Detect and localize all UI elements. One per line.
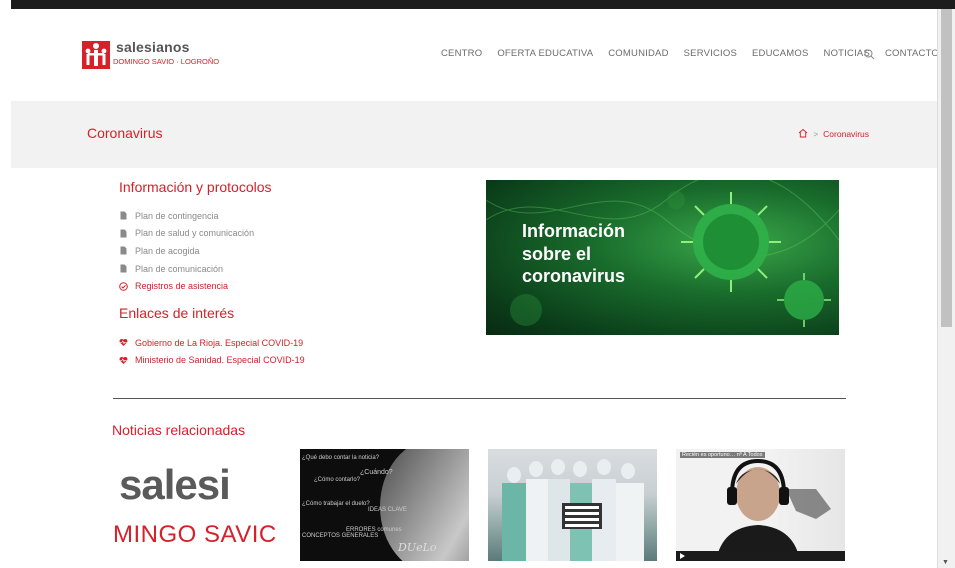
- list-item[interactable]: Plan de salud y comunicación: [119, 225, 254, 243]
- play-icon[interactable]: [680, 553, 685, 559]
- news-thumbnail-4[interactable]: Recién es oportuno… nº A Todos: [676, 449, 845, 561]
- check-circle-icon: [119, 281, 128, 291]
- nav-item-oferta-educativa[interactable]: OFERTA EDUCATIVA: [497, 48, 593, 59]
- info-list: Plan de contingencia Plan de salud y com…: [119, 207, 254, 295]
- vertical-scrollbar[interactable]: ▼: [937, 9, 955, 568]
- thumb2-word: ¿Cómo trabajar el duelo?: [302, 501, 370, 507]
- home-icon[interactable]: [798, 128, 808, 140]
- banner-text: Información sobre el coronavirus: [522, 221, 626, 286]
- thumb2-word: ¿Cuándo?: [360, 469, 393, 476]
- info-item-label: Plan de contingencia: [135, 210, 219, 221]
- list-item[interactable]: Registros de asistencia: [119, 277, 254, 295]
- nav-item-contacto[interactable]: CONTACTO: [885, 48, 938, 59]
- logo-mark-icon: [82, 41, 110, 69]
- search-icon[interactable]: [864, 47, 875, 65]
- info-item-label: Plan de acogida: [135, 245, 200, 256]
- file-icon: [119, 246, 128, 255]
- info-section-title: Información y protocolos: [119, 179, 272, 195]
- link-item-label: Gobierno de La Rioja. Especial COVID-19: [135, 337, 304, 348]
- thumb2-word: CONCEPTOS GENERALES: [302, 533, 379, 539]
- info-item-label: Registros de asistencia: [135, 281, 229, 292]
- page: salesianos DOMINGO SAVIO · LOGROÑO CENTR…: [11, 9, 938, 568]
- info-item-label: Plan de salud y comunicación: [135, 228, 255, 239]
- list-item[interactable]: Plan de contingencia: [119, 207, 254, 225]
- file-icon: [119, 229, 128, 238]
- thumb2-duelo: DUeLo: [398, 541, 437, 554]
- browser-frame-top: [0, 0, 955, 9]
- links-list: Gobierno de La Rioja. Especial COVID-19 …: [119, 334, 305, 369]
- file-icon: [119, 264, 128, 273]
- news-thumbnail-1[interactable]: salesi MINGO SAVIC: [113, 449, 282, 561]
- page-title: Coronavirus: [87, 125, 163, 141]
- scroll-down-arrow-icon[interactable]: ▼: [942, 559, 949, 566]
- list-item[interactable]: Gobierno de La Rioja. Especial COVID-19: [119, 334, 305, 352]
- thumb2-word: ¿Qué debo contar la noticia?: [302, 455, 380, 461]
- nav-item-comunidad[interactable]: COMUNIDAD: [608, 48, 668, 59]
- link-item-label: Ministerio de Sanidad. Especial COVID-19: [135, 355, 305, 366]
- healthcare-workers-image: [502, 459, 644, 561]
- site-header: salesianos DOMINGO SAVIO · LOGROÑO CENTR…: [11, 9, 938, 101]
- heartbeat-icon: [119, 356, 128, 365]
- thumb1-subtitle: MINGO SAVIC: [113, 521, 277, 548]
- nav-item-centro[interactable]: CENTRO: [441, 48, 482, 59]
- heartbeat-icon: [119, 338, 128, 347]
- list-item[interactable]: Ministerio de Sanidad. Especial COVID-19: [119, 352, 305, 370]
- browser-frame-left: [0, 0, 11, 568]
- section-divider: [113, 398, 846, 399]
- nav-item-noticias[interactable]: NOTICIAS: [824, 48, 870, 59]
- thumb1-logo-text: salesi: [119, 461, 231, 508]
- news-thumbnail-3[interactable]: [488, 449, 657, 561]
- file-icon: [119, 211, 128, 220]
- news-section-title: Noticias relacionadas: [112, 422, 246, 438]
- links-section-title: Enlaces de interés: [119, 305, 235, 321]
- news-thumbnail-2[interactable]: ¿Qué debo contar la noticia? ¿Cómo conta…: [300, 449, 469, 561]
- breadcrumb: > Coronavirus: [798, 128, 869, 140]
- list-item[interactable]: Plan de comunicación: [119, 260, 254, 278]
- nav-item-servicios[interactable]: SERVICIOS: [684, 48, 737, 59]
- site-logo[interactable]: salesianos DOMINGO SAVIO · LOGROÑO: [82, 39, 242, 71]
- scrollbar-thumb[interactable]: [941, 9, 952, 327]
- thumb2-word: IDEAS CLAVE: [368, 507, 407, 513]
- thumb2-word: ¿Cómo contarlo?: [314, 477, 361, 483]
- page-title-bar: Coronavirus > Coronavirus: [11, 101, 938, 168]
- video-title: Recién es oportuno… nº A Todos: [680, 452, 765, 458]
- coronavirus-banner[interactable]: Información sobre el coronavirus: [486, 180, 839, 335]
- nav-item-educamos[interactable]: EDUCAMOS: [752, 48, 809, 59]
- logo-name: salesianos: [116, 39, 190, 55]
- breadcrumb-separator: >: [813, 129, 819, 139]
- logo-subtitle: DOMINGO SAVIO · LOGROÑO: [113, 57, 220, 66]
- video-person-image: [716, 458, 831, 561]
- list-item[interactable]: Plan de acogida: [119, 242, 254, 260]
- info-item-label: Plan de comunicación: [135, 263, 224, 274]
- breadcrumb-current: Coronavirus: [823, 129, 869, 139]
- video-controls[interactable]: [676, 551, 845, 561]
